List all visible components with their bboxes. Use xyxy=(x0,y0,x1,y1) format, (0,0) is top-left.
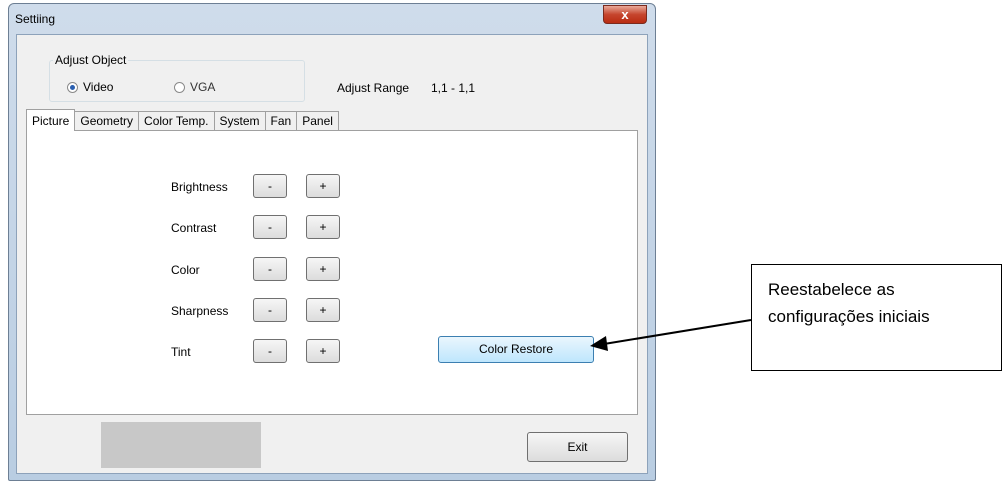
callout-arrow xyxy=(590,319,752,351)
callout-line-2: configurações iniciais xyxy=(768,307,930,326)
callout-box: Reestabelece as configurações iniciais xyxy=(751,264,1002,371)
tab-picture[interactable]: Picture xyxy=(26,109,76,131)
callout-line-1: Reestabelece as xyxy=(768,280,895,299)
